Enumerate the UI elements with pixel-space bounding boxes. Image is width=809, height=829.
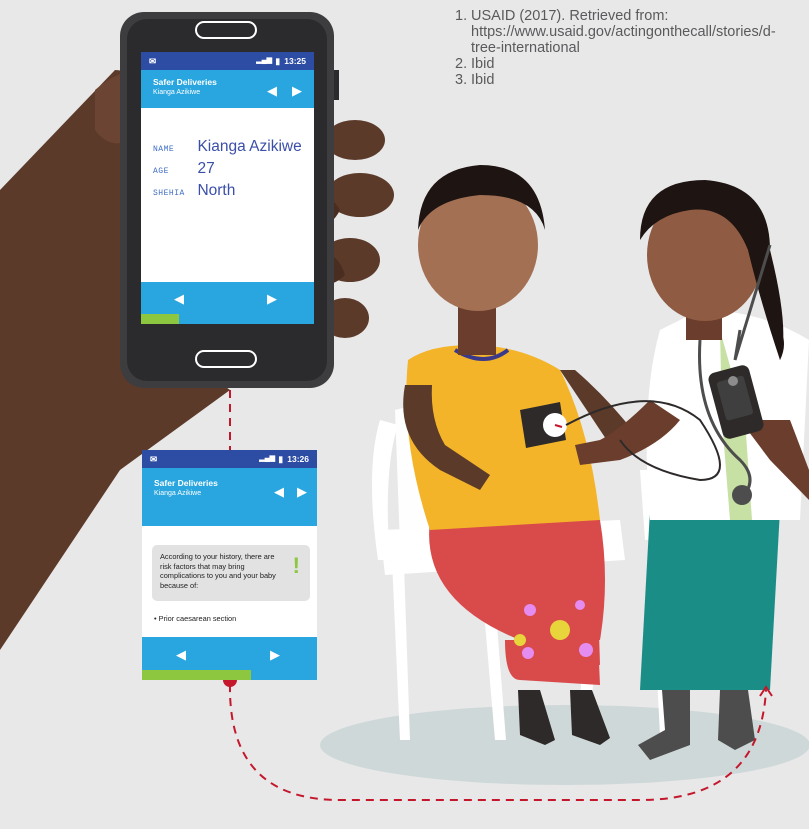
- name-field: NAME Kianga Azikiwe: [153, 138, 302, 156]
- footnote-item: 1. USAID (2017). Retrieved from: https://…: [455, 8, 785, 56]
- doctor-figure: [575, 180, 809, 760]
- progress-fill: [142, 670, 251, 680]
- footnote-number: 1.: [455, 8, 468, 24]
- age-value: 27: [197, 160, 215, 177]
- header-patient-name: Kianga Azikiwe: [154, 490, 202, 497]
- name-value: Kianga Azikiwe: [197, 138, 302, 155]
- battery-icon: ▮: [275, 56, 280, 66]
- shehia-field: SHEHIA North: [153, 182, 235, 200]
- header-next-button[interactable]: ▶: [297, 484, 307, 500]
- age-label: AGE: [153, 167, 169, 176]
- signal-icon: ▂▄▆: [256, 57, 272, 64]
- next-button[interactable]: ▶: [270, 647, 280, 663]
- exclamation-icon: !: [292, 553, 300, 578]
- status-time: 13:25: [284, 56, 306, 66]
- progress-bar: [142, 670, 317, 680]
- footnote-text: Ibid: [471, 56, 495, 72]
- shehia-value: North: [197, 182, 236, 199]
- app-title: Safer Deliveries: [154, 478, 218, 488]
- age-field: AGE 27: [153, 160, 215, 178]
- header-prev-button[interactable]: ◀: [267, 83, 277, 99]
- app-header: Safer Deliveries Kianga Azikiwe ◀ ▶: [141, 70, 314, 108]
- phone-screen-patient-record: ✉ ▂▄▆ ▮ 13:25 Safer Deliveries Kianga Az…: [141, 52, 314, 324]
- progress-fill: [141, 314, 180, 324]
- status-bar: ✉ ▂▄▆ ▮ 13:26: [142, 450, 317, 468]
- footnote-text: Ibid: [471, 72, 495, 88]
- battery-icon: ▮: [278, 454, 283, 464]
- bottom-nav-bar: ◀ ▶: [141, 282, 314, 314]
- footnotes-list: 1. USAID (2017). Retrieved from: https://…: [455, 8, 785, 88]
- status-bar: ✉ ▂▄▆ ▮ 13:25: [141, 52, 314, 70]
- shehia-label: SHEHIA: [153, 189, 185, 198]
- signal-icon: ▂▄▆: [259, 455, 275, 462]
- progress-bar: [141, 314, 314, 324]
- risk-alert-box: According to your history, there are ris…: [152, 545, 310, 601]
- risk-alert-text: According to your history, there are ris…: [160, 552, 276, 590]
- name-label: NAME: [153, 145, 175, 154]
- risk-factor-item: • Prior caesarean section: [154, 614, 237, 623]
- footnote-item: 3. Ibid: [455, 72, 785, 88]
- footnote-text: USAID (2017). Retrieved from: https://ww…: [471, 8, 776, 56]
- header-prev-button[interactable]: ◀: [274, 484, 284, 500]
- header-next-button[interactable]: ▶: [292, 83, 302, 99]
- footnote-number: 2.: [455, 56, 468, 72]
- app-header: Safer Deliveries Kianga Azikiwe ◀ ▶: [142, 468, 317, 526]
- illustration-scene: [0, 12, 809, 801]
- bottom-nav-bar: ◀ ▶: [142, 637, 317, 670]
- footnote-number: 3.: [455, 72, 468, 88]
- status-time: 13:26: [287, 454, 309, 464]
- app-title: Safer Deliveries: [153, 77, 217, 87]
- footnote-item: 2. Ibid: [455, 56, 785, 72]
- mail-icon: ✉: [150, 454, 158, 464]
- mail-icon: ✉: [149, 56, 157, 66]
- header-patient-name: Kianga Azikiwe: [153, 89, 201, 96]
- next-button[interactable]: ▶: [267, 291, 277, 307]
- prev-button[interactable]: ◀: [176, 647, 186, 663]
- prev-button[interactable]: ◀: [174, 291, 184, 307]
- detail-screen-risk-factors: ✉ ▂▄▆ ▮ 13:26 Safer Deliveries Kianga Az…: [142, 450, 317, 680]
